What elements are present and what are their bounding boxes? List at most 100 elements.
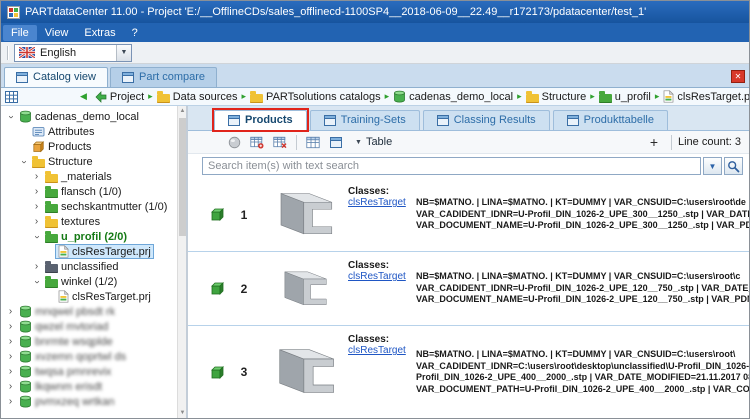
collapse-chevron-icon[interactable]: ›: [32, 231, 43, 242]
tree-item[interactable]: › qwzel mvtoriad: [3, 319, 175, 334]
tree-node[interactable]: Products: [29, 139, 94, 154]
tree-item[interactable]: › mnqwel pbsdt rk: [3, 304, 175, 319]
tree-node[interactable]: _materials: [42, 170, 115, 184]
tree-item[interactable]: Products: [3, 139, 175, 154]
tree-node[interactable]: clsResTarget.prj: [55, 244, 154, 259]
tree-item[interactable]: › lkqwnm erisdt: [3, 379, 175, 394]
tree-item[interactable]: › bnrmte wsqplde: [3, 334, 175, 349]
tree-item[interactable]: › cadenas_demo_local: [3, 109, 175, 124]
breadcrumb-item[interactable]: Data sources: [155, 90, 240, 103]
tab-products[interactable]: Products: [212, 108, 309, 132]
tree-item[interactable]: › u_profil (2/0): [3, 229, 175, 244]
expand-chevron-icon[interactable]: ›: [5, 321, 16, 332]
language-selector[interactable]: English ▼: [14, 43, 132, 62]
close-icon[interactable]: ✕: [731, 70, 745, 83]
scroll-down-icon[interactable]: ▼: [178, 408, 186, 418]
caret-down-icon[interactable]: ▼: [116, 44, 131, 61]
tree-node[interactable]: u_profil (2/0): [42, 230, 130, 244]
tab-classing-results[interactable]: Classing Results: [422, 110, 550, 130]
menu-file[interactable]: File: [3, 24, 37, 41]
tree-item[interactable]: › Structure: [3, 154, 175, 169]
add-line-button[interactable]: [247, 133, 267, 152]
expand-chevron-icon[interactable]: ›: [31, 171, 42, 182]
tree-node[interactable]: lkqwnm erisdt: [16, 379, 105, 394]
tree-node[interactable]: cadenas_demo_local: [16, 109, 142, 124]
tree-item[interactable]: Attributes: [3, 124, 175, 139]
tab-catalog-view[interactable]: Catalog view: [4, 67, 108, 87]
tree-item[interactable]: clsResTarget.prj: [3, 244, 175, 259]
product-row[interactable]: 1 Classes: clsResTarget NB=$MATNO. | LINA=$…: [188, 178, 749, 252]
tree-node[interactable]: xvzemn qoprtwl ds: [16, 349, 129, 364]
grid-view-button[interactable]: [303, 133, 323, 152]
scroll-up-icon[interactable]: ▲: [178, 106, 186, 116]
tree-item[interactable]: › winkel (1/2): [3, 274, 175, 289]
tree-node[interactable]: winkel (1/2): [42, 275, 120, 289]
tree-node[interactable]: sechskantmutter (1/0): [42, 200, 170, 214]
part-thumbnail-cell: [256, 190, 348, 239]
expand-chevron-icon[interactable]: ›: [5, 351, 16, 362]
tree-node[interactable]: qwzel mvtoriad: [16, 319, 111, 334]
tree-node[interactable]: Structure: [29, 155, 96, 169]
tree-item[interactable]: › pvmxzeq wrtkan: [3, 394, 175, 409]
tree-node[interactable]: pvmxzeq wrtkan: [16, 394, 117, 409]
collapse-chevron-icon[interactable]: ›: [6, 111, 17, 122]
tree-item[interactable]: › _materials: [3, 169, 175, 184]
breadcrumb-item[interactable]: u_profil: [597, 90, 653, 103]
tree-scrollbar[interactable]: ▲ ▼: [177, 106, 186, 418]
class-link[interactable]: clsResTarget: [348, 197, 406, 208]
class-link[interactable]: clsResTarget: [348, 345, 406, 356]
nav-back-icon[interactable]: ◀: [80, 91, 87, 102]
tab-part-compare[interactable]: Part compare: [109, 67, 218, 87]
menu-view[interactable]: View: [37, 25, 77, 41]
menu-help[interactable]: ?: [124, 25, 146, 41]
tree-item[interactable]: › twqsa pmnrevix: [3, 364, 175, 379]
menu-extras[interactable]: Extras: [76, 25, 123, 41]
scrollbar-thumb[interactable]: [179, 118, 186, 236]
tree-node[interactable]: mnqwel pbsdt rk: [16, 304, 118, 319]
expand-chevron-icon[interactable]: ›: [31, 261, 42, 272]
collapse-chevron-icon[interactable]: ›: [19, 156, 30, 167]
expand-chevron-icon[interactable]: ›: [5, 306, 16, 317]
tree-item[interactable]: › unclassified: [3, 259, 175, 274]
remove-line-button[interactable]: [270, 133, 290, 152]
product-row[interactable]: 3 Classes: clsResTarget NB=$MATNO. | LINA=$…: [188, 326, 749, 418]
tree-item[interactable]: › textures: [3, 214, 175, 229]
tree-node[interactable]: unclassified: [42, 260, 121, 274]
tree-node[interactable]: textures: [42, 215, 103, 229]
view-mode-dropdown[interactable]: ▼ Table: [349, 134, 398, 150]
tree-node[interactable]: bnrmte wsqplde: [16, 334, 116, 349]
tree-node[interactable]: Attributes: [29, 124, 97, 139]
search-input[interactable]: [202, 157, 701, 175]
expand-chevron-icon[interactable]: ›: [5, 381, 16, 392]
refresh-button[interactable]: [224, 133, 244, 152]
tab-training-sets[interactable]: Training-Sets: [309, 110, 420, 130]
tree-node[interactable]: flansch (1/0): [42, 185, 125, 199]
breadcrumb-item[interactable]: cadenas_demo_local: [391, 90, 515, 103]
expand-chevron-icon[interactable]: ›: [5, 336, 16, 347]
tree-item[interactable]: › flansch (1/0): [3, 184, 175, 199]
attributes-text: NB=$MATNO. | LINA=$MATNO. | KT=DUMMY | V…: [416, 326, 749, 418]
breadcrumb-item[interactable]: PARTsolutions catalogs: [248, 90, 383, 103]
breadcrumb-item[interactable]: Project: [93, 91, 146, 103]
add-button[interactable]: +: [643, 134, 665, 150]
form-view-button[interactable]: [326, 133, 346, 152]
product-row[interactable]: 2 Classes: clsResTarget NB=$MATNO. | LINA=$…: [188, 252, 749, 326]
expand-chevron-icon[interactable]: ›: [31, 186, 42, 197]
expand-chevron-icon[interactable]: ›: [31, 216, 42, 227]
tree-node[interactable]: twqsa pmnrevix: [16, 364, 114, 379]
title-bar[interactable]: PARTdataCenter 11.00 - Project 'E:/__Off…: [1, 1, 749, 23]
search-dropdown-button[interactable]: ▼: [703, 157, 722, 175]
tree-node[interactable]: clsResTarget.prj: [55, 289, 154, 304]
tree-item[interactable]: › xvzemn qoprtwl ds: [3, 349, 175, 364]
expand-chevron-icon[interactable]: ›: [5, 396, 16, 407]
class-link[interactable]: clsResTarget: [348, 271, 406, 282]
tab-produkttabelle[interactable]: Produkttabelle: [552, 110, 668, 130]
expand-chevron-icon[interactable]: ›: [31, 201, 42, 212]
breadcrumb-item[interactable]: Structure: [524, 90, 589, 103]
search-button[interactable]: [724, 157, 743, 175]
collapse-chevron-icon[interactable]: ›: [32, 276, 43, 287]
tree-item[interactable]: › sechskantmutter (1/0): [3, 199, 175, 214]
tree-item[interactable]: clsResTarget.prj: [3, 289, 175, 304]
breadcrumb-item[interactable]: clsResTarget.prj: [661, 90, 749, 103]
expand-chevron-icon[interactable]: ›: [5, 366, 16, 377]
